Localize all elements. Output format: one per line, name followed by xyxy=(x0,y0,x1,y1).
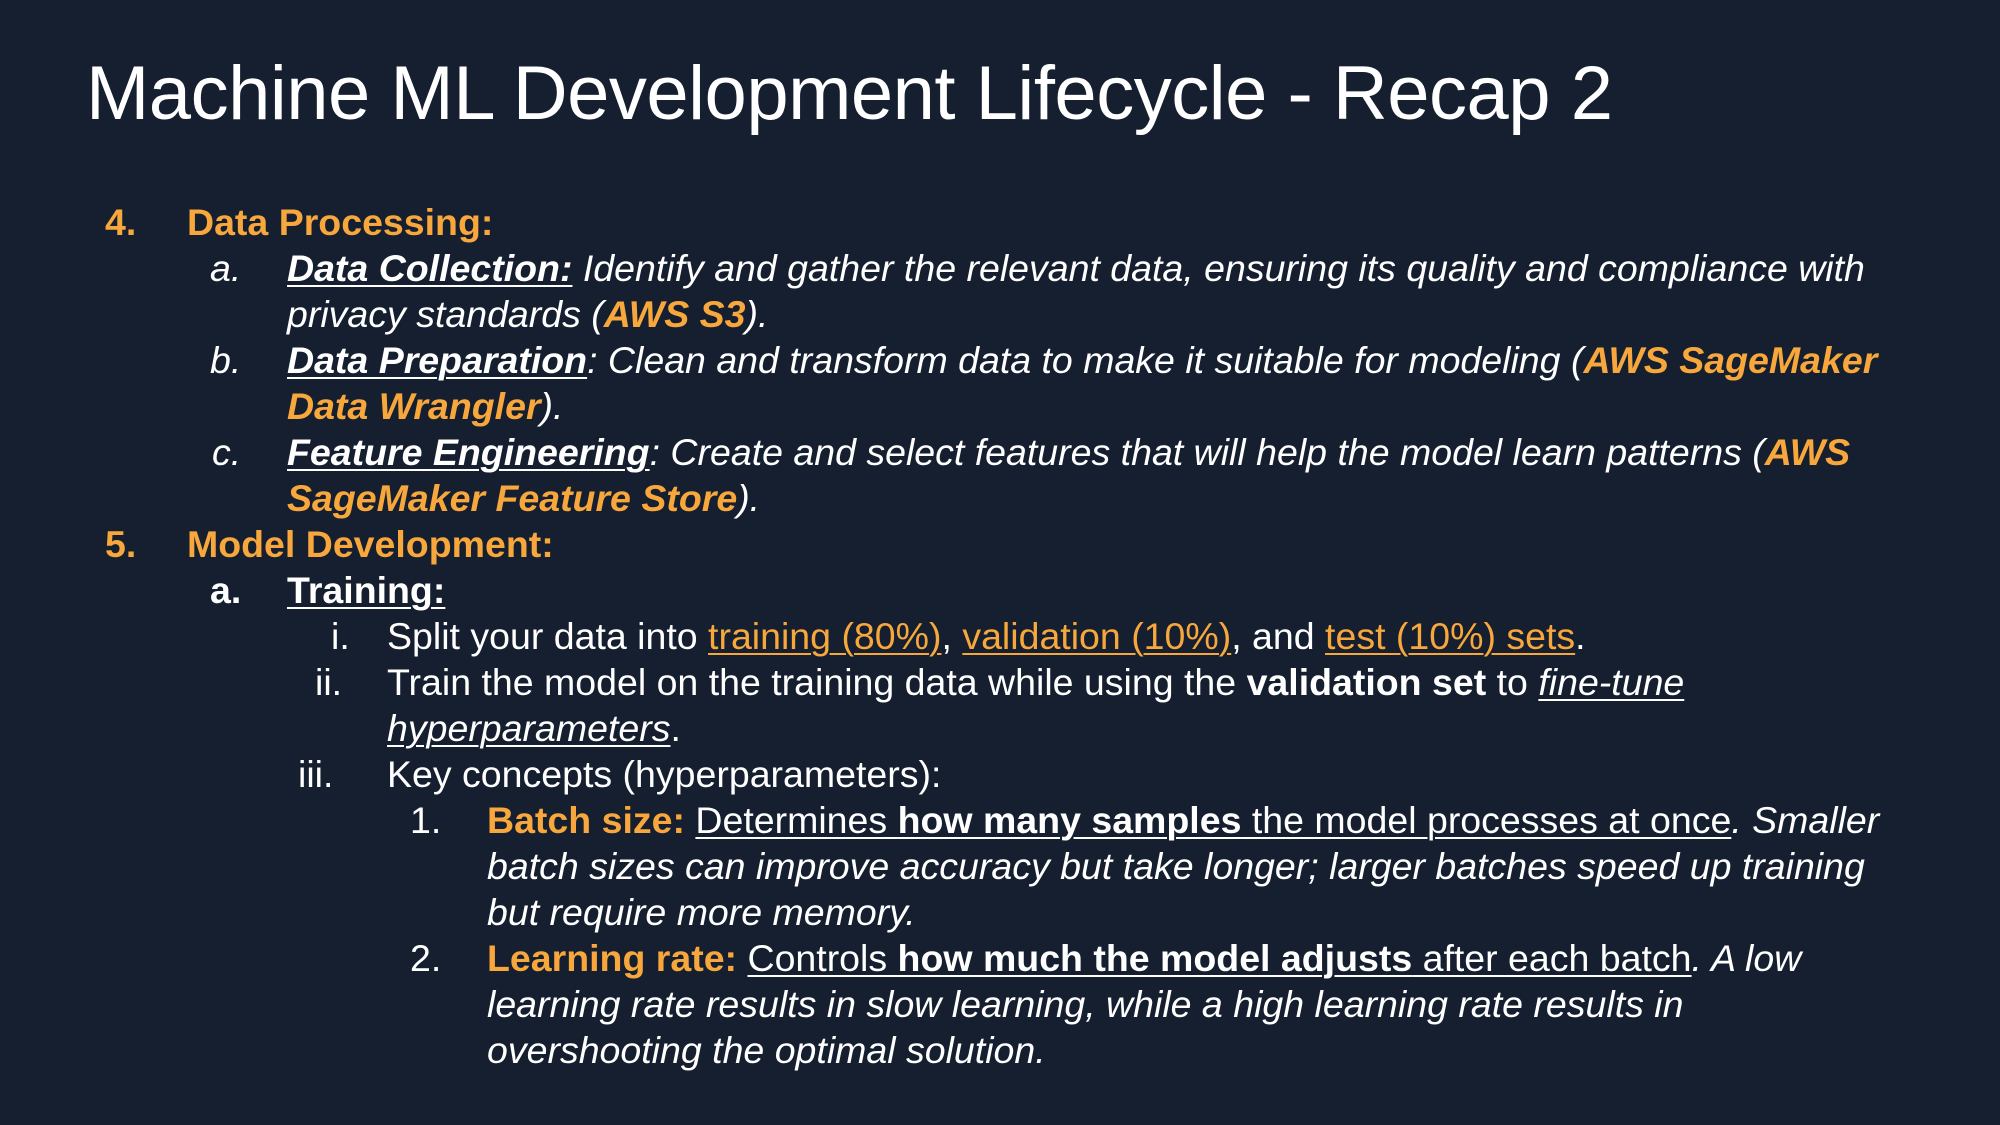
step-text: . xyxy=(670,707,681,749)
step-text: to xyxy=(1486,661,1539,703)
concept-note: . Smaller xyxy=(1731,799,1880,841)
concept-learning-rate: Learning rate: Controls how much the mod… xyxy=(487,935,1801,981)
concept-definition: Controls how much the model adjusts afte… xyxy=(747,937,1691,979)
concept-definition: Determines how many samples the model pr… xyxy=(695,799,1731,841)
item-data-preparation-line2: Data Wrangler). xyxy=(287,383,563,429)
item-marker: a. xyxy=(210,247,242,289)
item-text: ). xyxy=(737,477,761,519)
service-aws: AWS xyxy=(1764,431,1851,473)
term-feature-engineering: Feature Engineering xyxy=(287,431,650,473)
step-marker: i. xyxy=(331,615,350,657)
step-text: Split your data into xyxy=(387,615,709,657)
term-data-preparation: Data Preparation xyxy=(287,339,588,381)
concept-note: overshooting the optimal solution. xyxy=(487,1029,1046,1071)
term-data-collection: Data Collection: xyxy=(287,247,573,289)
section-heading-model-development: Model Development: xyxy=(187,523,554,565)
fine-tune-term: fine-tune xyxy=(1538,661,1685,703)
item-marker: c. xyxy=(212,431,242,473)
step-text: , xyxy=(941,615,963,657)
slide: Machine ML Development Lifecycle - Recap… xyxy=(0,0,2000,1125)
hyperparameters-term: hyperparameters xyxy=(387,707,671,749)
concept-name-batch-size: Batch size: xyxy=(487,799,685,841)
step-text: , and xyxy=(1231,615,1326,657)
service-aws-s3: AWS S3 xyxy=(603,293,746,335)
step-train-model-line2: hyperparameters. xyxy=(387,705,681,751)
service-feature-store: SageMaker Feature Store xyxy=(287,477,738,519)
item-marker: b. xyxy=(210,339,242,381)
subheading-training: Training: xyxy=(287,569,446,611)
item-data-collection-line2: privacy standards (AWS S3). xyxy=(287,291,768,337)
section-heading-data-processing: Data Processing: xyxy=(187,201,494,243)
concept-text: the model processes at once xyxy=(1241,799,1732,841)
step-marker: iii. xyxy=(298,753,334,795)
item-text: ). xyxy=(745,293,769,335)
service-data-wrangler: Data Wrangler xyxy=(287,385,541,427)
step-text: . xyxy=(1575,615,1586,657)
service-sagemaker: AWS SageMaker xyxy=(1583,339,1878,381)
concept-emphasis: how much the model adjusts xyxy=(897,937,1413,979)
step-marker: ii. xyxy=(315,661,343,703)
concept-note: batch sizes can improve accuracy but tak… xyxy=(487,845,1865,887)
split-validation: validation (10%) xyxy=(962,615,1232,657)
item-text: Identify and gather the relevant data, e… xyxy=(572,247,1865,289)
concept-name-learning-rate: Learning rate: xyxy=(487,937,738,979)
slide-title: Machine ML Development Lifecycle - Recap… xyxy=(86,51,1613,136)
split-training: training (80%) xyxy=(708,615,942,657)
concept-text: Controls xyxy=(747,937,898,979)
step-key-concepts: Key concepts (hyperparameters): xyxy=(387,753,942,795)
validation-set: validation set xyxy=(1246,661,1487,703)
item-text: privacy standards ( xyxy=(287,293,604,335)
item-text: : Clean and transform data to make it su… xyxy=(587,339,1584,381)
section-number: 5. xyxy=(105,523,137,565)
concept-marker: 2. xyxy=(410,937,442,979)
step-split-data: Split your data into training (80%), val… xyxy=(387,613,1586,659)
concept-text: after each batch xyxy=(1412,937,1692,979)
concept-text: Determines xyxy=(695,799,898,841)
concept-note: but require more memory. xyxy=(487,891,916,933)
item-marker: a. xyxy=(210,569,242,611)
section-number: 4. xyxy=(105,201,137,243)
concept-note: . A low xyxy=(1691,937,1802,979)
item-feature-engineering: Feature Engineering: Create and select f… xyxy=(287,429,1850,475)
concept-emphasis: how many samples xyxy=(897,799,1242,841)
concept-batch-size: Batch size: Determines how many samples … xyxy=(487,797,1879,843)
step-train-model: Train the model on the training data whi… xyxy=(387,659,1684,705)
item-text: ). xyxy=(540,385,564,427)
concept-marker: 1. xyxy=(410,799,442,841)
item-feature-engineering-line2: SageMaker Feature Store). xyxy=(287,475,760,521)
item-data-collection: Data Collection: Identify and gather the… xyxy=(287,245,1865,291)
concept-note: learning rate results in slow learning, … xyxy=(487,983,1684,1025)
item-text: : Create and select features that will h… xyxy=(649,431,1765,473)
item-data-preparation: Data Preparation: Clean and transform da… xyxy=(287,337,1877,383)
step-text: Train the model on the training data whi… xyxy=(387,661,1247,703)
split-test: test (10%) sets xyxy=(1325,615,1576,657)
